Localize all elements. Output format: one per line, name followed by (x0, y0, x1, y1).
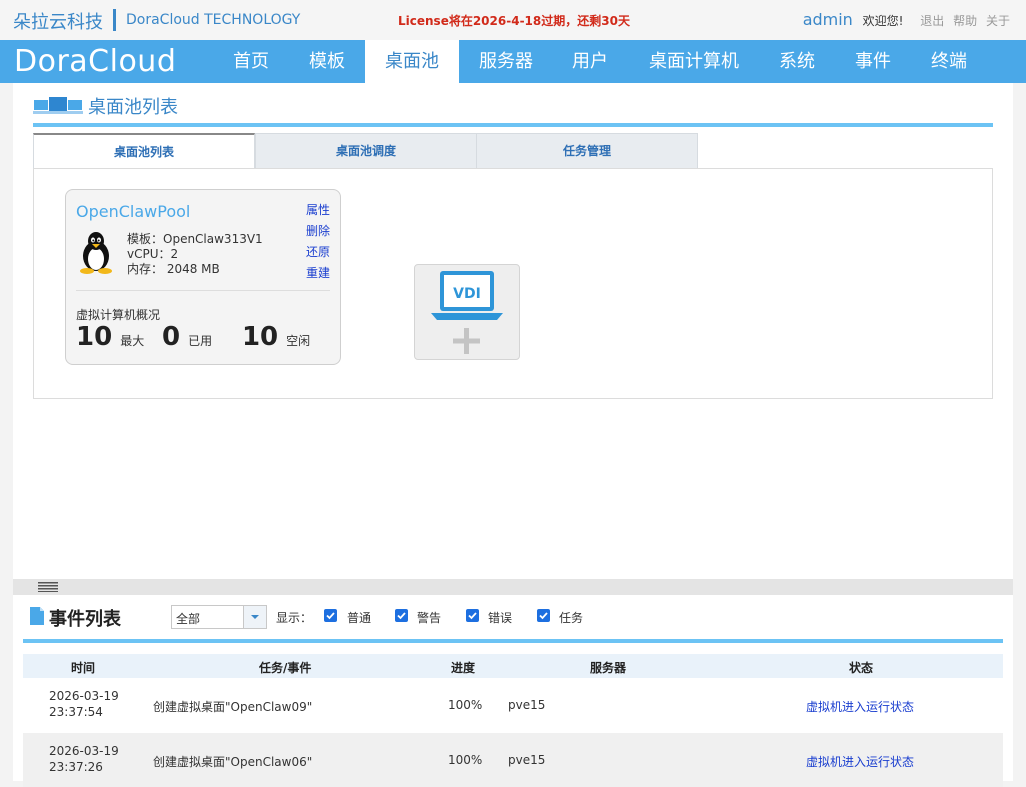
event-task: 创建虚拟桌面"OpenClaw06" (153, 755, 313, 769)
logout-link[interactable]: 退出 (920, 14, 944, 28)
checkbox-warning[interactable] (395, 609, 408, 622)
top-header: 朵拉云科技 DoraCloud TECHNOLOGY License将在2026… (0, 0, 1026, 40)
event-filter-value: 全部 (176, 612, 201, 626)
tab-task-management[interactable]: 任务管理 (476, 133, 698, 169)
vm-summary-label: 虚拟计算机概况 (76, 308, 161, 322)
license-notice: License将在2026-4-18过期，还剩30天 (398, 14, 630, 28)
pool-delete-link[interactable]: 删除 (306, 221, 330, 242)
event-datetime: 2026-03-19 23:37:26 (49, 743, 119, 775)
table-row[interactable]: 2026-03-19 23:37:54 创建虚拟桌面"OpenClaw09" 1… (23, 679, 1003, 733)
check-icon (397, 612, 406, 620)
checkbox-error-label: 错误 (488, 611, 513, 625)
event-filter-select[interactable]: 全部 (171, 605, 267, 629)
nav-desktop-computers[interactable]: 桌面计算机 (640, 40, 748, 83)
check-icon (468, 612, 477, 620)
pool-restore-link[interactable]: 还原 (306, 242, 330, 263)
pool-name[interactable]: OpenClawPool (76, 202, 190, 221)
drag-handle-icon (38, 582, 58, 592)
stat-used-value: 0 (162, 322, 181, 352)
nav-desktop-pool[interactable]: 桌面池 (365, 40, 459, 83)
user-box: admin 欢迎您! 退出 帮助 关于 (803, 10, 1010, 29)
events-panel: 事件列表 全部 显示： 普通 警告 错误 任务 时间 任务/事件 进度 服务器 … (13, 595, 1013, 787)
nav-templates[interactable]: 模板 (298, 40, 356, 83)
nav-servers[interactable]: 服务器 (470, 40, 542, 83)
event-server: pve15 (508, 698, 546, 712)
vm-stats: 10 最大 0 已用 10 空闲 (76, 322, 310, 352)
username[interactable]: admin (803, 10, 853, 29)
event-status[interactable]: 虚拟机进入运行状态 (806, 753, 914, 770)
chevron-down-icon (251, 615, 259, 619)
brand-separator (113, 9, 116, 31)
main-content: 桌面池列表 桌面池列表 桌面池调度 任务管理 OpenClawPool 属性 删… (13, 83, 1013, 579)
checkbox-normal-label: 普通 (347, 611, 372, 625)
event-server: pve15 (508, 753, 546, 767)
stat-max-value: 10 (76, 322, 113, 352)
pool-template: 模板：OpenClaw313V1 (127, 232, 263, 246)
checkbox-task-label: 任务 (559, 611, 584, 625)
pool-list-panel: OpenClawPool 属性 删除 还原 重建 模板：OpenClaw313V… (33, 168, 993, 399)
nav-events[interactable]: 事件 (844, 40, 902, 83)
document-icon (30, 607, 44, 625)
dropdown-button[interactable] (243, 606, 266, 628)
checkbox-normal[interactable] (324, 609, 337, 622)
pool-rebuild-link[interactable]: 重建 (306, 263, 330, 284)
pool-divider (76, 290, 330, 291)
event-date: 2026-03-19 (49, 689, 119, 703)
logo[interactable]: DoraCloud (14, 44, 176, 79)
event-task: 创建虚拟桌面"OpenClaw09" (153, 700, 313, 714)
event-progress: 100% (448, 698, 483, 712)
column-status: 状态 (849, 661, 874, 675)
add-vdi-pool-button[interactable]: VDI (414, 264, 520, 360)
nav-terminals[interactable]: 终端 (920, 40, 978, 83)
checkbox-error[interactable] (466, 609, 479, 622)
check-icon (326, 612, 335, 620)
vdi-label: VDI (453, 286, 481, 302)
pool-properties-link[interactable]: 属性 (306, 200, 330, 221)
event-date: 2026-03-19 (49, 744, 119, 758)
brand-name-en: DoraCloud TECHNOLOGY (126, 12, 301, 28)
help-link[interactable]: 帮助 (953, 14, 977, 28)
events-title-underline (23, 639, 1003, 643)
about-link[interactable]: 关于 (986, 14, 1010, 28)
pool-card[interactable]: OpenClawPool 属性 删除 还原 重建 模板：OpenClaw313V… (65, 189, 341, 365)
column-server: 服务器 (590, 661, 627, 675)
main-nav: DoraCloud 首页 模板 桌面池 服务器 用户 桌面计算机 系统 事件 终… (0, 40, 1026, 83)
pool-info: 模板：OpenClaw313V1 vCPU：2 内存： 2048 MB (127, 232, 263, 277)
event-datetime: 2026-03-19 23:37:54 (49, 688, 119, 720)
panel-splitter[interactable] (13, 579, 1013, 595)
linux-penguin-icon (80, 232, 112, 274)
event-time: 23:37:54 (49, 705, 103, 719)
stat-free-value: 10 (241, 322, 279, 352)
show-label: 显示： (276, 611, 313, 625)
stat-used-label: 已用 (188, 334, 213, 348)
page-title: 桌面池列表 (88, 97, 178, 118)
add-vdi-icon: VDI (431, 271, 503, 354)
pool-memory: 内存： 2048 MB (127, 262, 220, 276)
stat-free-label: 空闲 (286, 334, 311, 348)
nav-home[interactable]: 首页 (222, 40, 280, 83)
pool-vcpu: vCPU：2 (127, 247, 179, 261)
tab-pool-list[interactable]: 桌面池列表 (33, 133, 255, 169)
welcome-text: 欢迎您! (862, 14, 904, 28)
column-task: 任务/事件 (259, 661, 312, 675)
pool-actions: 属性 删除 还原 重建 (306, 200, 330, 284)
tab-pool-scheduling[interactable]: 桌面池调度 (255, 133, 477, 169)
column-progress: 进度 (451, 661, 476, 675)
check-icon (539, 612, 548, 620)
monitors-icon (33, 97, 83, 114)
events-title: 事件列表 (49, 609, 121, 630)
events-table-header: 时间 任务/事件 进度 服务器 状态 (23, 654, 1003, 678)
column-time: 时间 (71, 661, 96, 675)
table-row[interactable]: 2026-03-19 23:37:26 创建虚拟桌面"OpenClaw06" 1… (23, 733, 1003, 787)
checkbox-task[interactable] (537, 609, 550, 622)
nav-system[interactable]: 系统 (768, 40, 826, 83)
checkbox-warning-label: 警告 (417, 611, 442, 625)
brand-name-cn: 朵拉云科技 (13, 12, 103, 33)
stat-max-label: 最大 (120, 334, 145, 348)
event-status[interactable]: 虚拟机进入运行状态 (806, 698, 914, 715)
nav-users[interactable]: 用户 (560, 40, 620, 83)
title-underline (33, 123, 993, 127)
event-time: 23:37:26 (49, 760, 103, 774)
event-progress: 100% (448, 753, 483, 767)
